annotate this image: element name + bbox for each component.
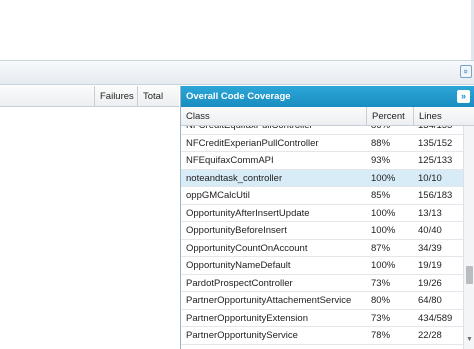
table-row[interactable]: PartnerOpportunityService 78% 22/28 [181,327,463,345]
class-column-header[interactable]: Class [186,107,210,126]
table-row[interactable]: NFEquifaxCommAPI 93% 125/133 [181,152,463,170]
percent-cell: 88% [371,137,391,149]
table-row[interactable]: PardotProspectController 73% 19/26 [181,275,463,292]
table-row[interactable]: PartnerOpportunityExtension 73% 434/589 [181,310,463,327]
table-row[interactable]: OpportunityAfterInsertUpdate 100% 13/13 [181,205,463,222]
test-results-header: Failures Total [0,86,179,107]
lines-cell: 134/155 [418,126,452,135]
percent-cell: 80% [371,295,391,306]
lines-cell: 64/80 [418,295,442,306]
class-name-cell: OpportunityCountOnAccount [186,242,308,254]
class-name-cell: NFEquifaxCommAPI [186,155,274,166]
percent-cell: 78% [371,330,391,341]
scrollbar-thumb[interactable] [466,266,473,284]
coverage-table-body: NFCreditEquifaxPullController86%134/155N… [181,126,463,349]
lines-cell: 19/26 [418,277,442,289]
percent-cell: 87% [371,242,391,254]
panel-toolbar [0,60,474,85]
percent-cell: 85% [371,190,391,201]
editor-area [0,0,474,60]
class-name-cell: OpportunityNameDefault [186,260,291,271]
percent-cell: 100% [371,172,396,184]
percent-cell: 93% [371,155,391,166]
test-results-panel: Failures Total [0,86,179,349]
lines-column-header[interactable]: Lines [413,107,463,126]
scroll-down-arrow-icon[interactable]: ▼ [465,334,474,346]
lines-cell: 40/40 [418,225,442,236]
coverage-title-text: Overall Code Coverage [186,91,291,102]
class-name-cell: PartnerOpportunityAttachementService [186,295,352,306]
lines-cell: 34/39 [418,242,442,254]
table-row[interactable]: NFCreditExperianPullController 88% 135/152 [181,135,463,152]
lines-cell: 125/133 [418,155,453,166]
class-name-cell: OpportunityBeforeInsert [186,225,287,236]
class-name-cell: PardotProspectController [186,277,293,289]
lines-cell: 10/10 [418,172,442,184]
table-row[interactable]: PartnerOpportunityAttachementService 80% 6… [181,292,463,310]
table-row[interactable]: NFCreditEquifaxPullController 86% 134/155 [181,126,463,135]
class-name-cell: PartnerOpportunityService [186,330,298,341]
percent-cell: 100% [371,260,396,271]
class-name-cell: NFCreditExperianPullController [186,137,319,149]
lines-cell: 22/28 [418,330,442,341]
percent-cell: 73% [371,277,391,289]
lines-cell: 135/152 [418,137,453,149]
table-row[interactable]: OpportunityCountOnAccount 87% 34/39 [181,240,463,257]
percent-cell: 100% [371,225,396,236]
collapse-glyph: » [461,69,471,74]
lines-cell: 156/183 [418,190,453,201]
coverage-panel-title: Overall Code Coverage [181,86,474,107]
class-name-cell: OpportunityAfterInsertUpdate [186,207,310,219]
double-chevron-right-icon[interactable]: » [457,90,470,103]
expand-glyph: » [460,91,466,101]
table-row[interactable]: oppGMCalcUtil 85% 156/183 [181,187,463,205]
percent-cell: 73% [371,312,391,324]
class-name-cell: NFCreditEquifaxPullController [186,126,313,135]
failures-column-header[interactable]: Failures [94,86,137,107]
code-coverage-panel: Overall Code Coverage » Class Percent Li… [180,86,474,349]
class-name-cell: oppGMCalcUtil [186,190,250,201]
percent-cell: 86% [371,126,390,135]
total-column-header[interactable]: Total [137,86,179,107]
coverage-table-header: Class Percent Lines [181,107,474,126]
lines-cell: 19/19 [418,260,442,271]
lines-cell: 434/589 [418,312,453,324]
percent-column-header[interactable]: Percent [366,107,413,126]
table-row[interactable]: noteandtask_controller 100% 10/10 [181,169,463,187]
table-row[interactable]: OpportunityNameDefault 100% 19/19 [181,257,463,275]
class-name-cell: PartnerOpportunityExtension [186,312,308,324]
vertical-scrollbar[interactable]: ▼ [463,126,474,349]
table-row[interactable]: OpportunityBeforeInsert 100% 40/40 [181,222,463,240]
percent-cell: 100% [371,207,396,219]
double-chevron-down-icon[interactable]: » [460,65,472,78]
lines-cell: 13/13 [418,207,442,219]
coverage-rows: NFCreditEquifaxPullController86%134/155N… [181,126,463,345]
class-name-cell: noteandtask_controller [186,172,283,184]
